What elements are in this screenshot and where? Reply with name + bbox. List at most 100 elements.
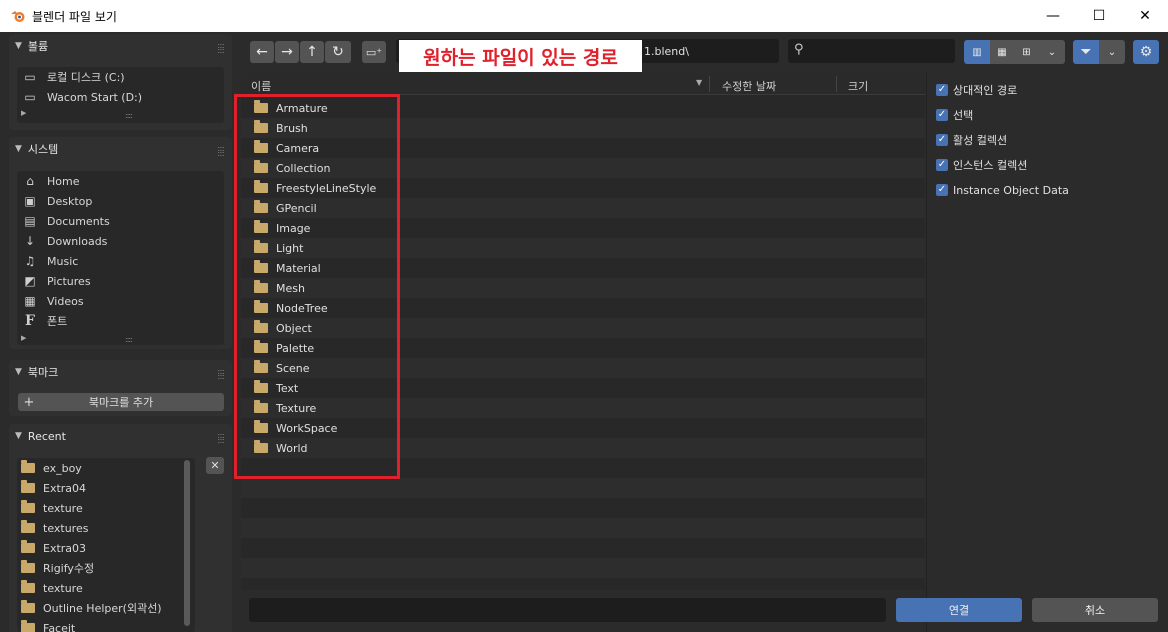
folder-icon <box>21 620 35 632</box>
sidebar-item-home[interactable]: ⌂ Home <box>17 171 224 191</box>
sidebar-item-videos[interactable]: ▦ Videos <box>17 291 224 311</box>
font-icon: F <box>25 313 35 329</box>
display-list-horizontal-button[interactable]: ▦ <box>990 40 1014 64</box>
recent-item[interactable]: textures <box>17 518 195 538</box>
expand-arrow-icon[interactable]: ▶ <box>21 334 26 342</box>
sidebar-item-drive-c[interactable]: ▭ 로컬 디스크 (C:) <box>17 67 224 87</box>
recent-item[interactable]: Rigify수정 <box>17 558 195 578</box>
recent-scrollbar[interactable] <box>184 460 190 626</box>
sidebar-item-fonts[interactable]: F 폰트 <box>17 311 224 331</box>
recent-item[interactable]: Outline Helper(외곽선) <box>17 598 195 618</box>
folder-icon <box>21 580 35 593</box>
display-list-vertical-button[interactable]: ▥ <box>964 40 990 64</box>
confirm-link-button[interactable]: 연결 <box>896 598 1022 622</box>
sidebar-item-music[interactable]: ♫ Music <box>17 251 224 271</box>
recent-item[interactable]: texture <box>17 578 195 598</box>
recent-item-label: Faceit <box>43 621 76 632</box>
resize-handle-icon[interactable]: :::: <box>125 335 133 344</box>
column-date[interactable]: 수정한 날짜 <box>722 78 776 94</box>
drag-handle-icon[interactable]: :::::::: <box>217 42 225 55</box>
chevron-down-icon: ⌄ <box>1047 46 1057 58</box>
arrow-up-icon: ↑ <box>306 44 318 60</box>
download-icon: ↓ <box>24 234 36 248</box>
filter-toggle-button[interactable]: ⏷ <box>1073 40 1099 64</box>
resize-handle-icon[interactable]: :::: <box>125 111 133 120</box>
sidebar-item-desktop[interactable]: ▣ Desktop <box>17 191 224 211</box>
sidebar-item-documents[interactable]: ▤ Documents <box>17 211 224 231</box>
volumes-header[interactable]: ▼ 볼륨 <box>9 34 232 58</box>
system-title: 시스템 <box>27 143 59 156</box>
volumes-title: 볼륨 <box>27 40 49 53</box>
filter-options-dropdown[interactable]: ⌄ <box>1099 40 1125 64</box>
forward-button[interactable]: → <box>275 41 299 63</box>
home-icon: ⌂ <box>26 174 34 188</box>
display-thumbnails-button[interactable]: ⊞ <box>1014 40 1039 64</box>
recent-item-label: textures <box>43 521 89 535</box>
refresh-button[interactable]: ↻ <box>325 41 351 63</box>
sidebar-item-label: Videos <box>47 294 84 308</box>
column-size[interactable]: 크기 <box>848 78 868 94</box>
recent-item-label: ex_boy <box>43 461 82 475</box>
videos-icon: ▦ <box>24 294 36 308</box>
settings-button[interactable]: ⚙ <box>1133 40 1159 64</box>
arrow-right-icon: → <box>281 44 293 60</box>
drive-icon: ▭ <box>24 90 36 104</box>
empty-row <box>241 478 925 498</box>
back-button[interactable]: ← <box>250 41 274 63</box>
remove-recent-button[interactable]: ✕ <box>206 457 224 474</box>
new-folder-button[interactable]: ▭⁺ <box>362 41 386 63</box>
drag-handle-icon[interactable]: :::::::: <box>217 145 225 158</box>
checkbox-icon: ✓ <box>936 184 948 196</box>
add-bookmark-button[interactable]: + 북마크를 추가 <box>18 393 224 411</box>
drag-handle-icon[interactable]: :::::::: <box>217 368 225 381</box>
sidebar-item-downloads[interactable]: ↓ Downloads <box>17 231 224 251</box>
option-select[interactable]: ✓ 선택 <box>936 105 1069 125</box>
recent-item[interactable]: ex_boy <box>17 458 195 478</box>
display-options-dropdown[interactable]: ⌄ <box>1039 40 1065 64</box>
chevron-down-icon: ▼ <box>15 431 22 441</box>
recent-item-label: Outline Helper(외곽선) <box>43 602 162 615</box>
cancel-button[interactable]: 취소 <box>1032 598 1158 622</box>
expand-arrow-icon[interactable]: ▶ <box>21 109 26 117</box>
option-active-collection[interactable]: ✓ 활성 컬렉션 <box>936 130 1069 150</box>
folder-icon <box>21 480 35 493</box>
options-list: ✓ 상대적인 경로 ✓ 선택 ✓ 활성 컬렉션 ✓ 인스턴스 컬렉션 ✓ Instance… <box>936 80 1069 200</box>
recent-panel: ▼ Recent :::::::: ex_boy Extra04 texture … <box>9 424 232 632</box>
column-divider[interactable] <box>836 76 837 92</box>
recent-item-label: Extra03 <box>43 541 87 555</box>
recent-item-label: Extra04 <box>43 481 87 495</box>
bookmarks-header[interactable]: ▼ 북마크 <box>9 360 232 384</box>
column-divider[interactable] <box>709 76 710 92</box>
close-button[interactable]: ✕ <box>1122 0 1168 32</box>
option-instance-collections[interactable]: ✓ 인스턴스 컬렉션 <box>936 155 1069 175</box>
blender-logo-icon <box>11 11 25 22</box>
option-instance-object-data[interactable]: ✓ Instance Object Data <box>936 180 1069 200</box>
folder-icon <box>21 540 35 553</box>
minimize-button[interactable]: — <box>1030 0 1076 32</box>
empty-row <box>241 538 925 558</box>
sidebar-item-drive-d[interactable]: ▭ Wacom Start (D:) <box>17 87 224 107</box>
option-relative-path[interactable]: ✓ 상대적인 경로 <box>936 80 1069 100</box>
refresh-icon: ↻ <box>332 44 344 60</box>
volumes-list: ▭ 로컬 디스크 (C:) ▭ Wacom Start (D:) ▶ :::: <box>17 67 224 123</box>
recent-header[interactable]: ▼ Recent <box>9 424 232 448</box>
search-input[interactable]: ⚲ <box>788 39 955 63</box>
sort-arrow-icon: ▼ <box>696 78 703 87</box>
empty-row <box>241 498 925 518</box>
parent-directory-button[interactable]: ↑ <box>300 41 324 63</box>
folder-icon <box>21 600 35 613</box>
recent-item[interactable]: Faceit <box>17 618 195 632</box>
maximize-button[interactable]: ☐ <box>1076 0 1122 32</box>
system-header[interactable]: ▼ 시스템 <box>9 137 232 161</box>
sidebar-item-pictures[interactable]: ◩ Pictures <box>17 271 224 291</box>
column-name[interactable]: 이름 <box>251 78 271 94</box>
thumbnails-icon: ⊞ <box>1022 46 1031 58</box>
option-label: 상대적인 경로 <box>953 84 1018 97</box>
recent-item[interactable]: Extra03 <box>17 538 195 558</box>
chevron-down-icon: ▼ <box>15 367 22 377</box>
recent-item[interactable]: texture <box>17 498 195 518</box>
filename-field[interactable] <box>249 598 886 622</box>
option-label: 인스턴스 컬렉션 <box>953 159 1028 172</box>
drag-handle-icon[interactable]: :::::::: <box>217 432 225 445</box>
recent-item[interactable]: Extra04 <box>17 478 195 498</box>
